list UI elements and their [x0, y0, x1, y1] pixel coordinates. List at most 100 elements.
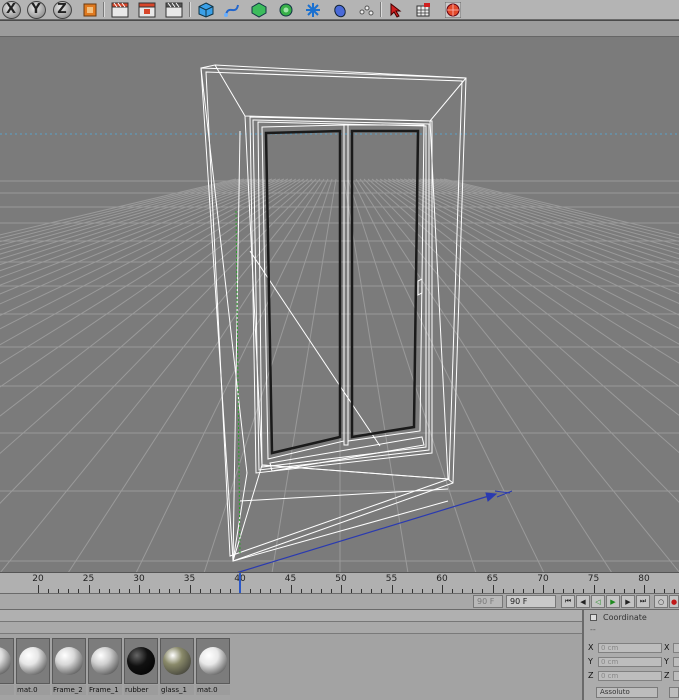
z-axis-lock-button[interactable]: Z [52, 0, 72, 19]
deformer-button[interactable] [303, 0, 323, 19]
timeline-tick [492, 585, 494, 593]
position-z-field[interactable]: 0 cm [598, 671, 662, 681]
material-ball-icon [127, 647, 155, 675]
timeline-tick [139, 585, 140, 593]
material-preview [0, 638, 14, 684]
toolbar-separator [189, 2, 191, 17]
timeline-ruler[interactable]: 20253035404550556065707580 [0, 572, 679, 594]
coordinate-row-y: Y 0 cm Y [588, 657, 679, 668]
timeline-tick [674, 589, 676, 593]
timeline-tick [189, 585, 191, 593]
material-swatch[interactable] [0, 638, 14, 696]
record-mode-button[interactable]: ○ [654, 595, 668, 608]
timeline-tick [522, 589, 524, 593]
timeline-tick [452, 589, 454, 593]
scene-button[interactable] [330, 0, 350, 19]
y-axis-lock-button[interactable]: Y [26, 0, 46, 19]
size-y-field[interactable] [673, 657, 679, 667]
grid-line [427, 178, 679, 250]
timeline-tick [280, 589, 282, 593]
timeline-tick [613, 589, 615, 593]
panel-checkbox[interactable] [590, 614, 597, 621]
goto-start-button[interactable]: ⏮ [561, 595, 575, 608]
render-settings-button[interactable] [164, 0, 184, 19]
coordinate-system-button[interactable] [80, 0, 100, 19]
array-button[interactable] [276, 0, 296, 19]
material-ball-icon [19, 647, 47, 675]
coordinates-panel-subtitle: -- [590, 625, 596, 634]
add-cube-button[interactable] [196, 0, 216, 19]
timeline-tick [442, 585, 443, 593]
material-swatch[interactable]: rubber [124, 638, 158, 696]
material-swatch[interactable]: mat.0 [16, 638, 50, 696]
play-backward-button[interactable]: ◁ [591, 595, 605, 608]
grid-line [343, 178, 409, 573]
size-x-field[interactable] [673, 643, 679, 653]
x-axis-lock-button[interactable]: X [1, 0, 21, 19]
render-globe-button[interactable] [443, 0, 463, 19]
next-key-button[interactable]: ▶ [621, 595, 635, 608]
position-y-field[interactable]: 0 cm [598, 657, 662, 667]
material-swatch[interactable]: Frame_2 [52, 638, 86, 696]
goto-end-button[interactable]: ⏭ [636, 595, 650, 608]
render-picture-viewer-icon [138, 2, 156, 17]
material-menu-bar [0, 610, 582, 622]
3d-viewport[interactable] [0, 20, 679, 573]
snap-button[interactable] [413, 0, 433, 19]
size-z-field[interactable] [673, 671, 679, 681]
timeline-tick [553, 589, 555, 593]
timeline-tick [381, 589, 383, 593]
timeline-tick [583, 589, 585, 593]
timeline-tick [341, 585, 342, 593]
render-picture-viewer-button[interactable] [137, 0, 157, 19]
material-name: mat.0 [196, 685, 230, 695]
timeline-tick [411, 589, 413, 593]
grid-line [399, 178, 679, 295]
array-icon [279, 3, 293, 16]
select-tool-button[interactable] [386, 0, 406, 19]
light-icon [359, 5, 374, 15]
record-button[interactable]: ● [669, 595, 679, 608]
grid-line [0, 178, 309, 417]
preview-min-frame-field[interactable]: 90 F [473, 595, 503, 608]
cube-icon [198, 1, 214, 18]
grid-line [0, 178, 237, 236]
timeline-tick-label: 60 [436, 574, 448, 584]
render-settings-icon [165, 2, 183, 17]
snap-icon [416, 2, 430, 16]
material-swatch[interactable]: Frame_1 [88, 638, 122, 696]
timeline-tick [532, 589, 534, 593]
window-sash-outline [261, 124, 425, 472]
grid-line [271, 178, 337, 573]
coordinate-system-icon [83, 3, 97, 16]
coordinate-mode-dropdown[interactable]: Assoluto [596, 687, 658, 698]
timeline-tick-label: 45 [284, 574, 297, 584]
material-ball-icon [199, 647, 227, 675]
nurbs-button[interactable] [249, 0, 269, 19]
timeline-tick [229, 589, 231, 593]
timeline-tick-label: 65 [486, 574, 499, 584]
timeline-tick [543, 585, 544, 593]
spline-pen-button[interactable] [222, 0, 242, 19]
timeline-playhead[interactable] [239, 573, 241, 593]
timeline-tick-label: 75 [587, 574, 600, 584]
timeline-tick [68, 589, 70, 593]
timeline-tick [654, 589, 656, 593]
timeline-tick [633, 589, 635, 593]
position-x-field[interactable]: 0 cm [598, 643, 662, 653]
timeline-tick [260, 589, 262, 593]
prev-key-button[interactable]: ◀ [576, 595, 590, 608]
render-view-button[interactable] [110, 0, 130, 19]
timeline-tick-label: 25 [82, 574, 95, 584]
light-button[interactable] [356, 0, 376, 19]
grid-line [371, 178, 679, 416]
grid-line [67, 178, 325, 573]
material-swatch[interactable]: glass_1 [160, 638, 194, 696]
timeline-tick [88, 585, 90, 593]
material-swatch[interactable]: mat.0 [196, 638, 230, 696]
grid-line [443, 178, 679, 236]
timeline-tick [169, 589, 171, 593]
max-frame-field[interactable]: 90 F [506, 595, 556, 608]
play-forward-button[interactable]: ▶ [606, 595, 620, 608]
apply-button[interactable] [669, 687, 679, 698]
